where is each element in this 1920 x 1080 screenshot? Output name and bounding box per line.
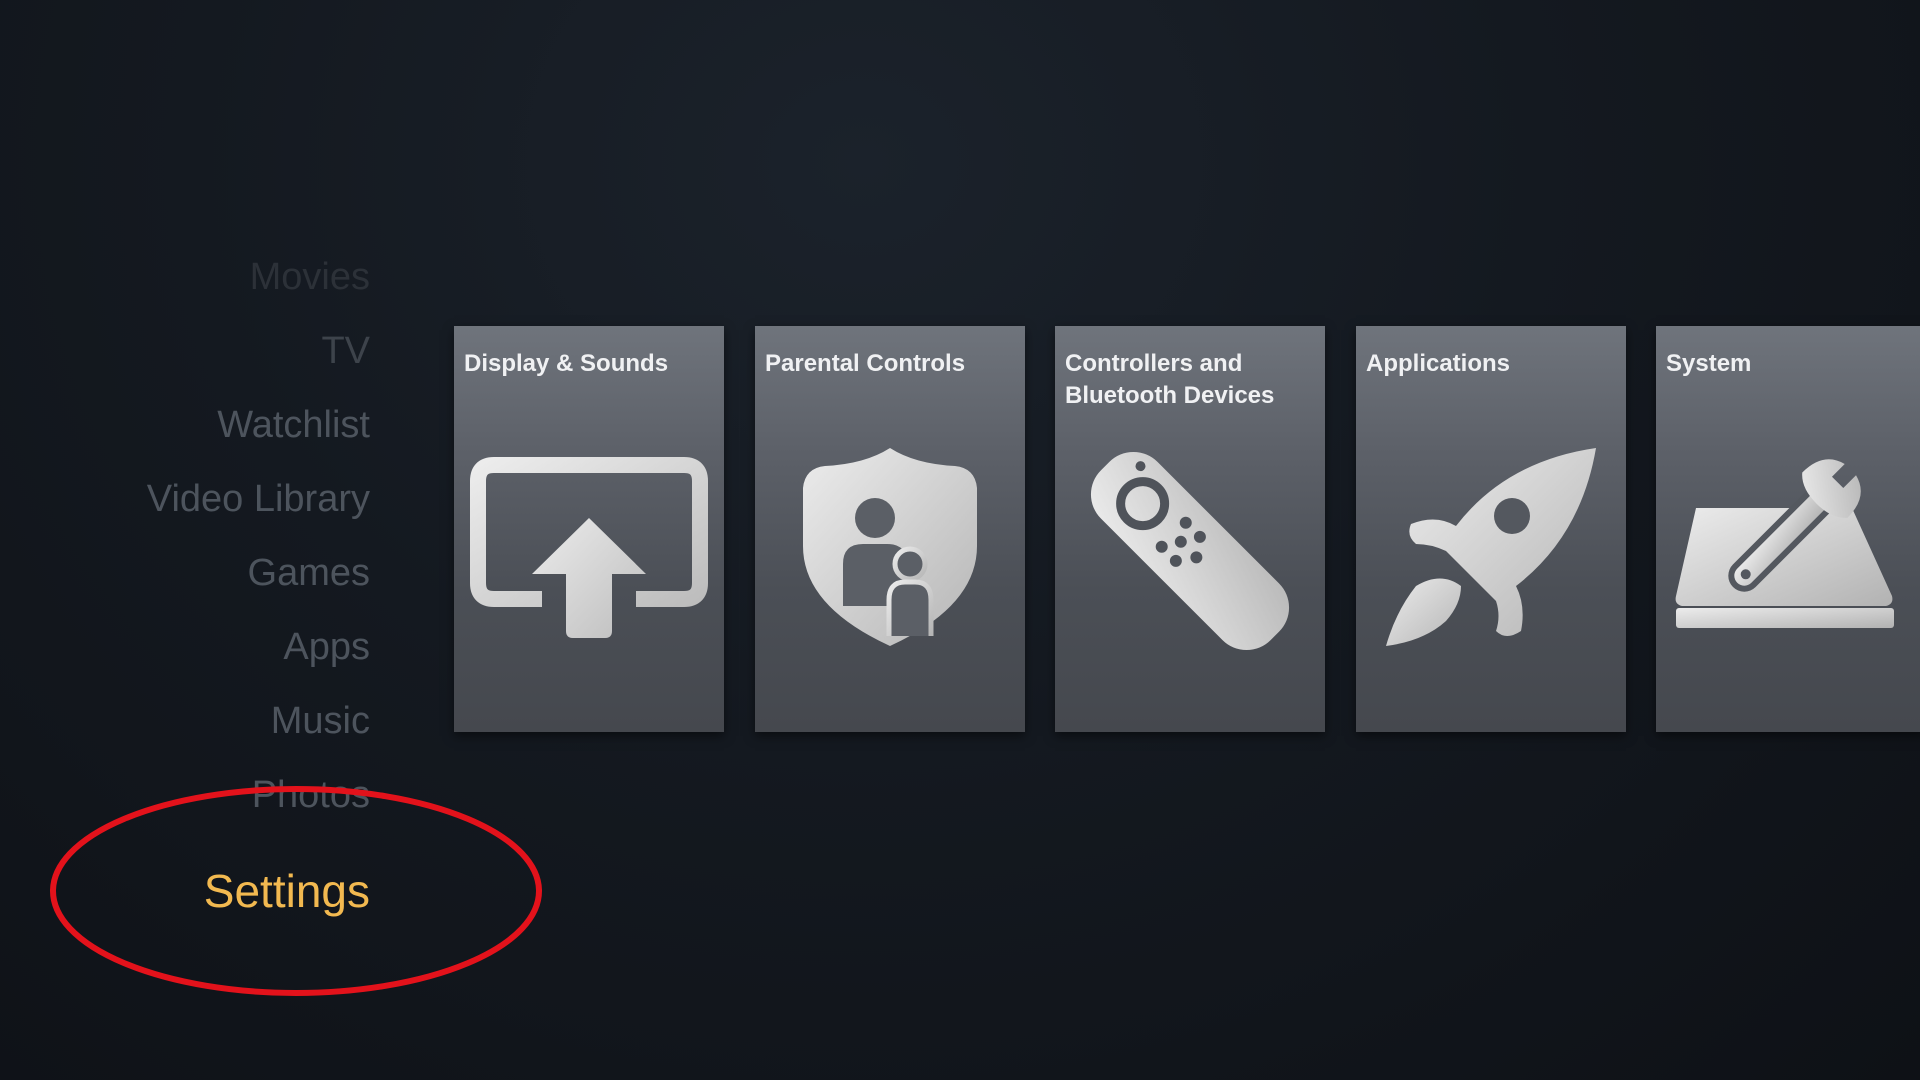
- tile-title: Display & Sounds: [464, 350, 669, 377]
- menu-item-watchlist[interactable]: Watchlist: [0, 406, 370, 444]
- menu-item-music[interactable]: Music: [0, 702, 370, 740]
- tile-title: Parental Controls: [765, 350, 966, 377]
- rocket-icon: [1386, 448, 1596, 646]
- menu-item-settings[interactable]: Settings: [0, 868, 370, 914]
- settings-screen: Movies TV Watchlist Video Library Games …: [0, 0, 1920, 1080]
- tile-display-sounds[interactable]: Display & Sounds: [454, 326, 724, 732]
- tile-system[interactable]: System: [1656, 326, 1920, 732]
- menu-item-games[interactable]: Games: [0, 554, 370, 592]
- tile-parental-controls[interactable]: Parental Controls: [755, 326, 1025, 732]
- tile-controllers-bluetooth[interactable]: Controllers and Bluetooth Devices: [1055, 326, 1325, 732]
- system-wrench-icon: [1675, 459, 1894, 628]
- menu-item-photos[interactable]: Photos: [0, 776, 370, 814]
- tile-applications[interactable]: Applications: [1356, 326, 1626, 732]
- menu-item-apps[interactable]: Apps: [0, 628, 370, 666]
- remote-control-icon: [1090, 451, 1290, 651]
- menu-item-tv[interactable]: TV: [0, 332, 370, 370]
- menu-item-video-library[interactable]: Video Library: [0, 480, 370, 518]
- tile-title: Controllers and Bluetooth Devices: [1065, 350, 1275, 409]
- main-menu: Movies TV Watchlist Video Library Games …: [0, 0, 370, 1080]
- shield-family-icon: [803, 448, 977, 646]
- display-upload-icon: [470, 457, 708, 638]
- menu-item-movies[interactable]: Movies: [0, 258, 370, 296]
- tile-title: Applications: [1366, 350, 1511, 377]
- tile-title: System: [1666, 350, 1752, 377]
